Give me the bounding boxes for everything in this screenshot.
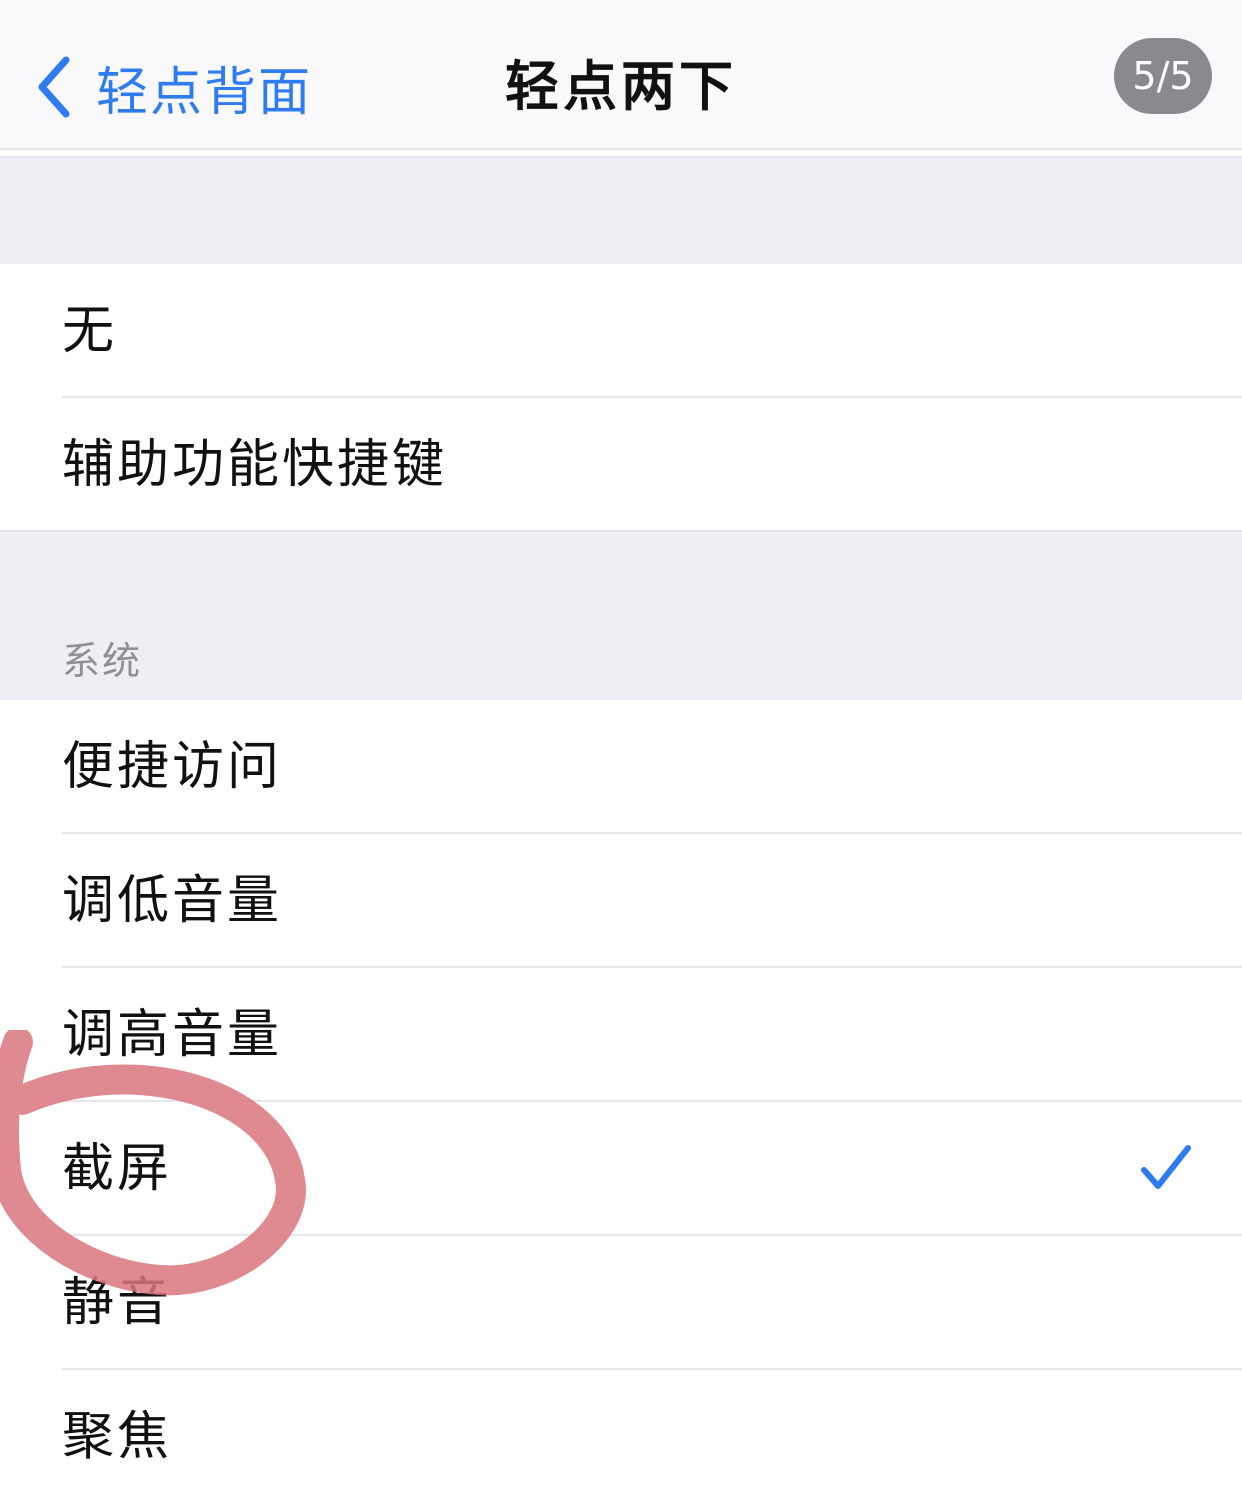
option-volume-down[interactable]: 调低音量	[0, 834, 1242, 968]
option-label: 静音	[62, 1273, 173, 1333]
checkmark-icon	[1141, 1145, 1191, 1189]
page-indicator-badge: 5/5	[1114, 38, 1212, 114]
option-label: 便捷访问	[62, 737, 283, 797]
option-label: 无	[62, 301, 118, 361]
option-mute[interactable]: 静音	[0, 1236, 1242, 1370]
section-header-system: 系统	[62, 639, 143, 683]
option-reachability[interactable]: 便捷访问	[0, 700, 1242, 834]
group-spacer	[0, 156, 1242, 266]
option-none[interactable]: 无	[0, 264, 1242, 398]
option-screenshot[interactable]: 截屏	[0, 1102, 1242, 1236]
option-label: 调低音量	[62, 871, 283, 931]
navigation-bar: 轻点背面 轻点两下 5/5	[0, 0, 1242, 150]
option-accessibility-shortcut[interactable]: 辅助功能快捷键	[0, 398, 1242, 532]
option-focus[interactable]: 聚焦	[0, 1370, 1242, 1504]
option-label: 调高音量	[62, 1005, 283, 1065]
option-label: 辅助功能快捷键	[62, 435, 448, 495]
page-title: 轻点两下	[505, 55, 737, 118]
group-spacer	[0, 530, 1242, 702]
option-volume-up[interactable]: 调高音量	[0, 968, 1242, 1102]
option-label: 聚焦	[62, 1407, 173, 1467]
option-label: 截屏	[62, 1139, 173, 1199]
